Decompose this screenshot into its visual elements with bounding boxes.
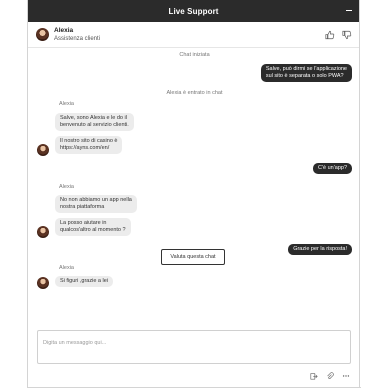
paperclip-icon[interactable] [326, 372, 334, 380]
window-title: Live Support [168, 6, 219, 16]
message-line: benvenuto al servizio clienti. [60, 122, 129, 128]
message-line: Si figuri ,grazie a lei [60, 278, 108, 284]
titlebar: Live Support [28, 0, 359, 22]
chat-window: Live Support Alexia Assistenza clienti C… [27, 0, 361, 388]
rate-buttons [325, 30, 352, 40]
share-icon[interactable] [310, 372, 318, 380]
message-line: qualcos'altro al momento ? [60, 227, 126, 233]
agent-message: Salve, sono Alexia e le do il benvenuto … [55, 113, 134, 131]
more-icon[interactable] [342, 372, 350, 380]
system-message-agent-joined: Alexia è entrato in chat [166, 90, 223, 96]
agent-header: Alexia Assistenza clienti [28, 22, 359, 48]
sender-name: Alexia [59, 184, 74, 190]
user-message: Grazie per la risposta! [288, 244, 352, 255]
agent-name: Alexia [54, 26, 74, 34]
message-line: nostra piattaforma [60, 204, 105, 210]
sender-name: Alexia [59, 101, 74, 107]
message-line: C'è un'app? [317, 165, 347, 171]
message-line: Salve, può dirmi se l'applicazione [265, 66, 347, 72]
composer-toolbar [310, 372, 350, 380]
message-input[interactable] [38, 333, 350, 353]
agent-avatar [37, 144, 49, 156]
user-message: C'è un'app? [312, 163, 352, 174]
agent-message: Si figuri ,grazie a lei [55, 276, 113, 287]
agent-role: Assistenza clienti [54, 35, 101, 42]
thumbs-down-icon[interactable] [342, 30, 352, 40]
message-line: La posso aiutare in [60, 220, 107, 226]
message-line: No non abbiamo un app nella [60, 197, 132, 203]
user-message: Salve, può dirmi se l'applicazione sul s… [260, 64, 352, 82]
message-list: Chat iniziata Salve, può dirmi se l'appl… [28, 48, 361, 323]
agent-info: Alexia Assistenza clienti [54, 27, 100, 43]
thumbs-up-icon[interactable] [325, 30, 335, 40]
system-message-chat-started: Chat iniziata [179, 52, 210, 58]
minimize-icon[interactable] [346, 10, 352, 11]
message-composer [37, 330, 351, 364]
message-link[interactable]: https://ayns.com/en/ [60, 145, 117, 152]
rate-chat-button[interactable]: Valuta questa chat [161, 249, 225, 265]
agent-avatar [37, 226, 49, 238]
agent-message: Il nostro sito di casino è https://ayns.… [55, 136, 123, 154]
agent-message: No non abbiamo un app nella nostra piatt… [55, 195, 137, 213]
agent-avatar [37, 277, 49, 289]
message-line: sul sito è separata o solo PWA? [265, 73, 344, 79]
agent-message: La posso aiutare in qualcos'altro al mom… [55, 218, 131, 236]
message-line: Salve, sono Alexia e le do il [60, 115, 127, 121]
message-line: Il nostro sito di casino è [60, 138, 118, 144]
sender-name: Alexia [59, 265, 74, 271]
agent-avatar [36, 28, 49, 41]
message-line: Grazie per la risposta! [293, 246, 347, 252]
